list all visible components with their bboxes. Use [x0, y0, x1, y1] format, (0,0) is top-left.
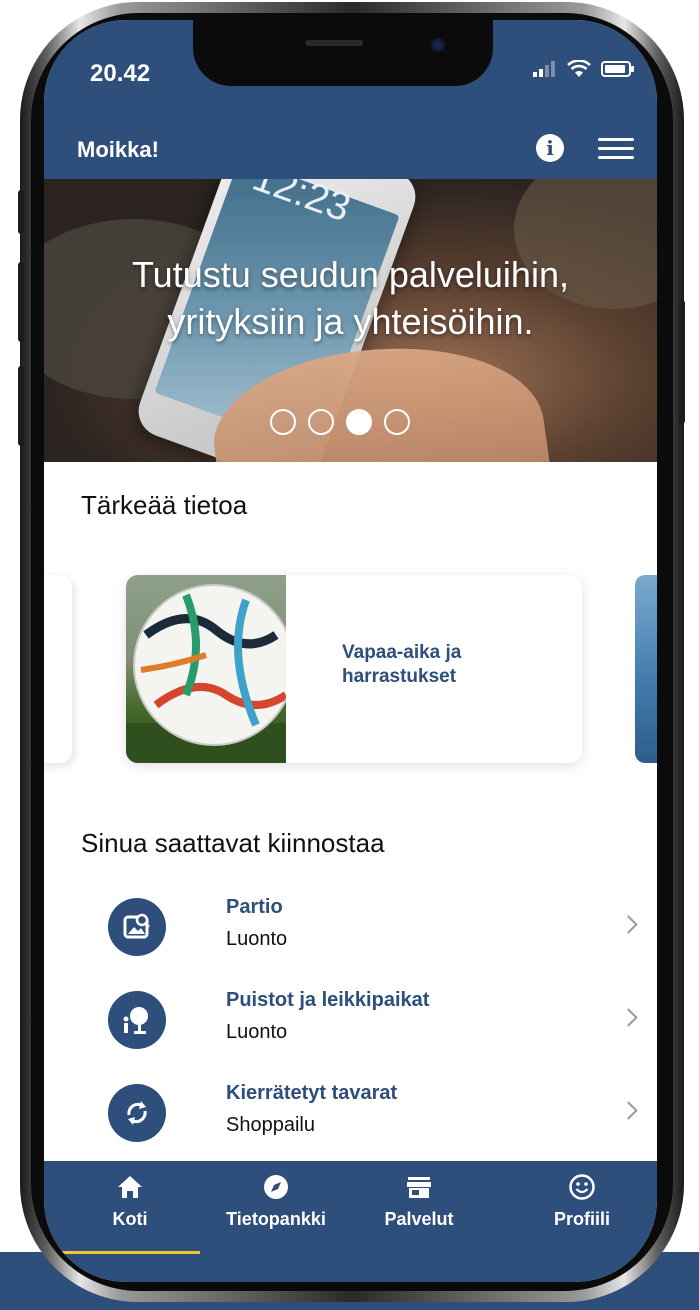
- card-previous[interactable]: [44, 575, 72, 763]
- compass-icon: [264, 1175, 288, 1199]
- football-image: [126, 575, 286, 763]
- card-next[interactable]: [635, 575, 657, 763]
- wifi-icon: [567, 60, 591, 77]
- carousel-dot[interactable]: [384, 409, 410, 435]
- info-icon[interactable]: i: [536, 134, 564, 162]
- list-item-title: Partio: [226, 896, 283, 918]
- status-time: 20.42: [90, 60, 151, 87]
- tab-koti[interactable]: Koti: [60, 1161, 200, 1251]
- list-item[interactable]: Puistot ja leikkipaikat Luonto: [44, 989, 657, 1079]
- tab-label: Profiili: [553, 1209, 610, 1229]
- info-card[interactable]: Vapaa-aika ja harrastukset: [126, 575, 582, 763]
- list-item[interactable]: Partio Luonto: [44, 896, 657, 986]
- volume-down-button: [18, 366, 24, 446]
- list-item[interactable]: Kierrätetyt tavarat Shoppailu: [44, 1082, 657, 1172]
- hamburger-menu-icon[interactable]: [598, 138, 634, 160]
- front-camera: [431, 38, 445, 52]
- chevron-right-icon: [619, 915, 638, 934]
- power-button: [679, 300, 685, 424]
- status-icons: [533, 60, 635, 78]
- hero-headline: Tutustu seudun palveluihin, yrityksiin j…: [132, 254, 569, 342]
- bottom-tab-bar: Koti Tietopankki Palvelut Profiili: [44, 1161, 657, 1282]
- important-carousel[interactable]: Vapaa-aika ja harrastukset: [44, 555, 657, 815]
- app-bar: Moikka! i: [44, 124, 657, 179]
- image-search-icon: [108, 898, 166, 956]
- carousel-indicator: [270, 409, 410, 435]
- volume-up-button: [18, 262, 24, 342]
- list-item-category: Luonto: [226, 1021, 288, 1043]
- notch: [193, 20, 493, 86]
- smiley-icon: [569, 1174, 595, 1200]
- active-tab-indicator: [60, 1251, 200, 1254]
- playground-icon: [108, 991, 166, 1049]
- speaker: [305, 40, 363, 46]
- tab-palvelut[interactable]: Palvelut: [354, 1161, 484, 1251]
- store-icon: [407, 1177, 431, 1198]
- important-section-title: Tärkeää tietoa: [81, 490, 248, 520]
- home-icon: [118, 1176, 142, 1198]
- list-item-title: Puistot ja leikkipaikat: [226, 989, 430, 1011]
- list-item-title: Kierrätetyt tavarat: [226, 1082, 398, 1104]
- phone-screen: 20.42 Moikka! i 12:23 Tutustu seudun pal…: [44, 20, 657, 1282]
- tab-profiili[interactable]: Profiili: [514, 1161, 650, 1251]
- carousel-dot[interactable]: [308, 409, 334, 435]
- hero-carousel[interactable]: 12:23 Tutustu seudun palveluihin, yrityk…: [44, 179, 657, 462]
- suggestions-section-title: Sinua saattavat kiinnostaa: [81, 828, 385, 858]
- app-title: Moikka!: [77, 137, 159, 162]
- tab-label: Palvelut: [384, 1209, 454, 1229]
- list-item-category: Luonto: [226, 928, 288, 950]
- signal-icon: [533, 61, 555, 77]
- carousel-dot[interactable]: [346, 409, 372, 435]
- recycle-icon: [108, 1084, 166, 1142]
- tab-label: Tietopankki: [226, 1209, 326, 1229]
- list-item-category: Shoppailu: [226, 1114, 315, 1136]
- chevron-right-icon: [619, 1008, 638, 1027]
- battery-icon: [601, 61, 634, 77]
- tab-label: Koti: [112, 1209, 148, 1229]
- mute-switch: [18, 190, 24, 234]
- card-label: Vapaa-aika ja harrastukset: [342, 642, 462, 687]
- chevron-right-icon: [619, 1101, 638, 1120]
- carousel-dot[interactable]: [270, 409, 296, 435]
- tab-tietopankki[interactable]: Tietopankki: [206, 1161, 346, 1251]
